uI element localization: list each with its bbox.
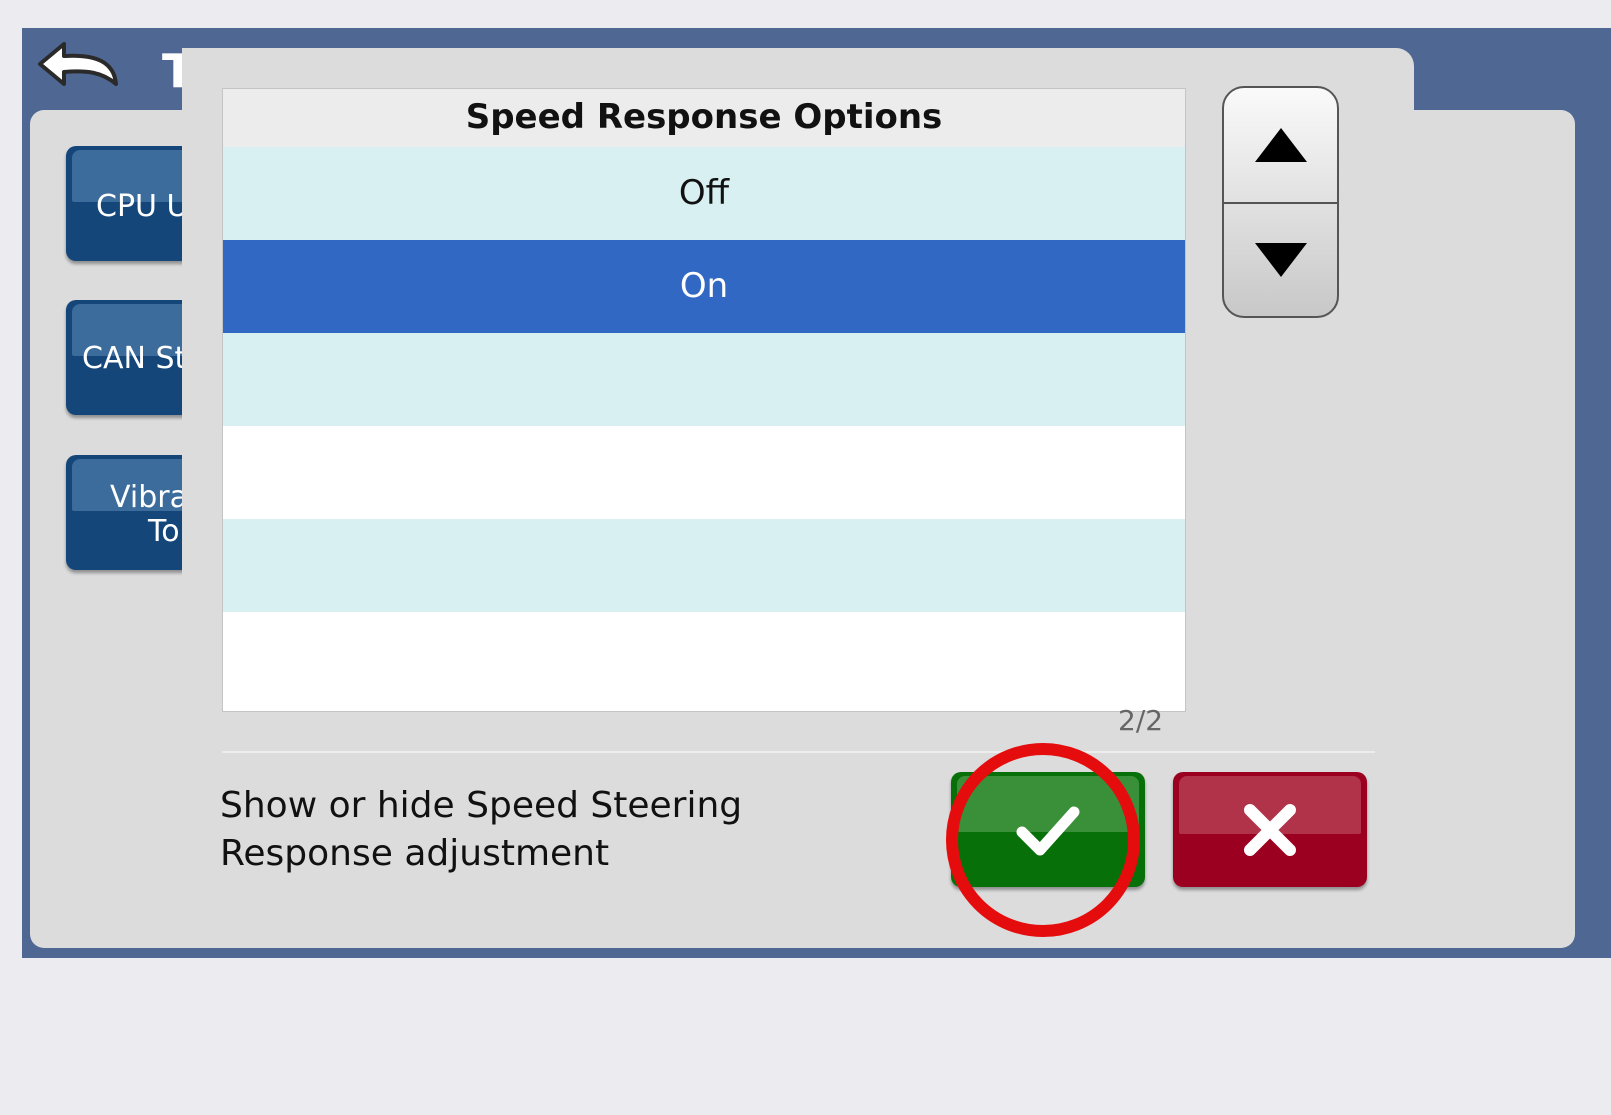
back-button[interactable] [34,36,134,96]
scroll-down-button[interactable] [1224,202,1337,316]
divider [222,751,1375,753]
cancel-button[interactable] [1173,772,1367,887]
checkmark-icon [1016,806,1080,855]
list-title: Speed Response Options [223,89,1185,147]
page-indicator: 2/2 [1118,704,1164,737]
option-on[interactable]: On [223,240,1185,333]
back-arrow-icon [38,42,118,86]
option-description: Show or hide Speed Steering Response adj… [220,785,743,874]
x-icon [1244,803,1296,856]
arrow-up-icon [1254,128,1307,162]
empty-row [223,333,1185,426]
scroll-up-button[interactable] [1224,88,1337,202]
options-list: Speed Response Options Off On [222,88,1186,712]
arrow-down-icon [1254,243,1307,277]
empty-row [223,426,1185,519]
confirm-button[interactable] [951,772,1145,887]
empty-row [223,519,1185,612]
list-scroll-control [1222,86,1339,318]
empty-row [223,612,1185,705]
option-off[interactable]: Off [223,147,1185,240]
